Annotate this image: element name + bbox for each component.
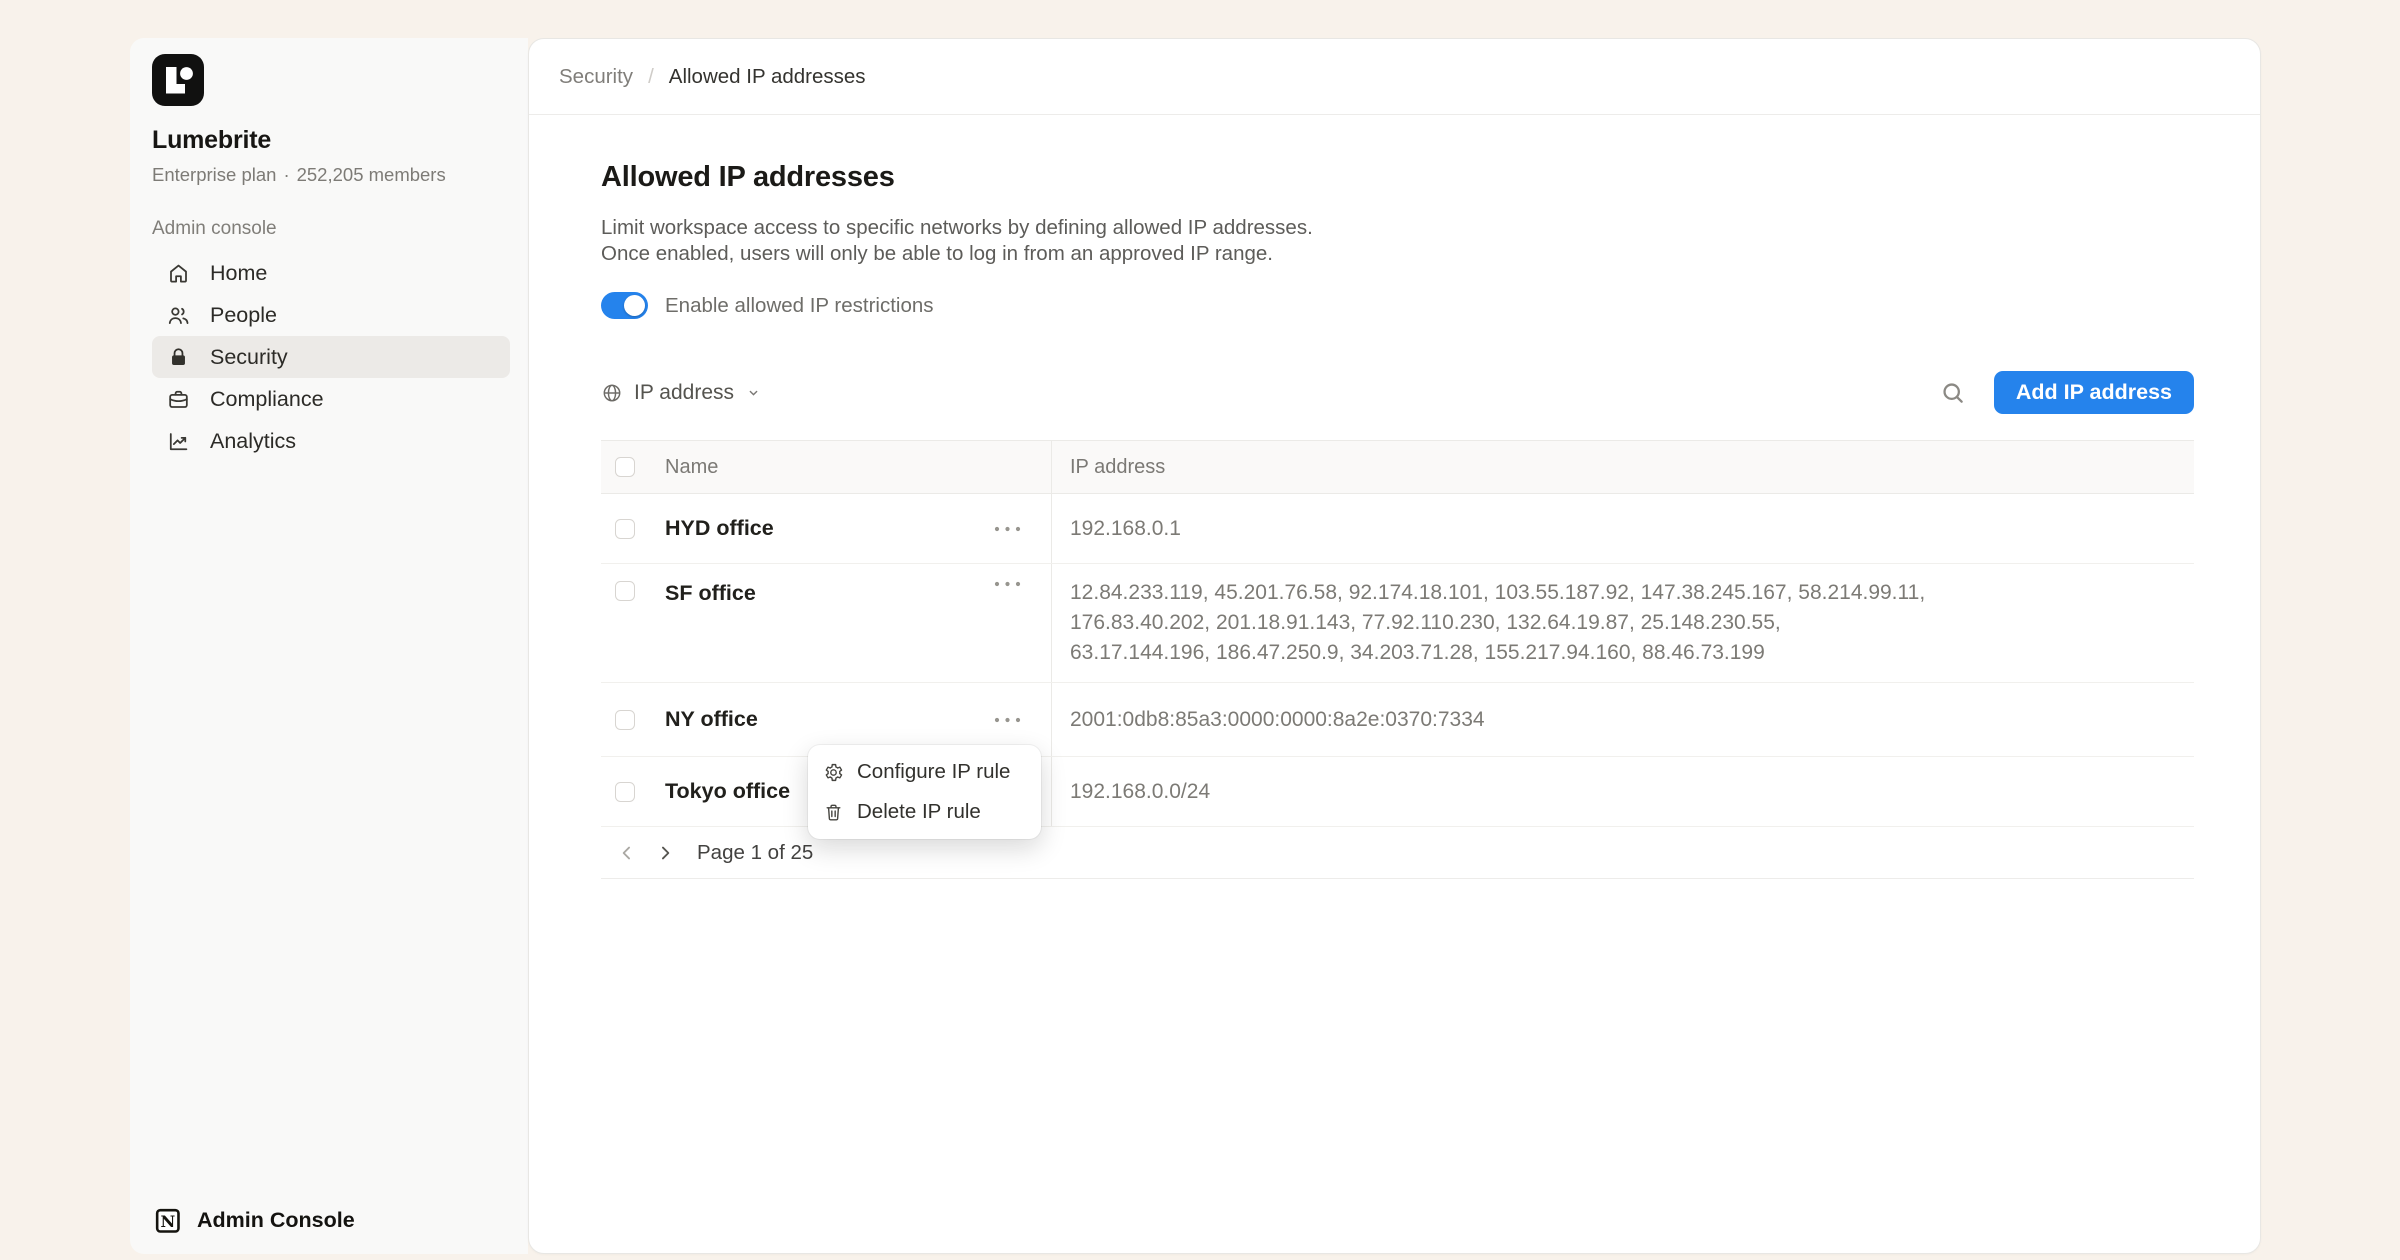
chevron-down-icon	[745, 384, 762, 401]
row-context-menu: Configure IP rule Delete IP rule	[808, 745, 1041, 839]
sidebar-item-analytics[interactable]: Analytics	[152, 420, 510, 462]
select-all-checkbox[interactable]	[615, 457, 635, 477]
rule-ip: 176.83.40.202, 201.18.91.143, 77.92.110.…	[1070, 608, 2194, 638]
table-row: SF office 12.84.233.119, 45.201.76.58, 9…	[601, 564, 2194, 683]
sidebar-nav: Home People Security Compliance Analytic…	[152, 252, 510, 462]
sidebar-item-home[interactable]: Home	[152, 252, 510, 294]
breadcrumb-current: Allowed IP addresses	[669, 65, 866, 89]
table-toolbar: IP address Add IP address	[601, 371, 2194, 414]
sidebar-footer[interactable]: N Admin Console	[152, 1205, 355, 1236]
sidebar-item-label: Home	[210, 261, 267, 286]
workspace-logo-icon	[152, 54, 204, 106]
admin-console-label: Admin Console	[197, 1208, 355, 1233]
ip-restrictions-toggle-row: Enable allowed IP restrictions	[601, 292, 2194, 319]
admin-console-logo-icon: N	[152, 1205, 183, 1236]
previous-page-icon[interactable]	[613, 839, 641, 867]
page-content: Allowed IP addresses Limit workspace acc…	[529, 161, 2260, 879]
menu-item-configure-ip-rule[interactable]: Configure IP rule	[808, 752, 1041, 792]
page-description: Limit workspace access to specific netwo…	[601, 215, 2194, 267]
briefcase-icon	[166, 387, 191, 412]
menu-item-delete-ip-rule[interactable]: Delete IP rule	[808, 792, 1041, 832]
breadcrumb: Security / Allowed IP addresses	[529, 39, 2260, 115]
sidebar-item-label: Security	[210, 345, 288, 370]
workspace-name: Lumebrite	[152, 126, 528, 155]
table-header-row: Name IP address	[601, 440, 2194, 494]
lock-icon	[166, 345, 191, 370]
row-checkbox[interactable]	[615, 519, 635, 539]
member-count: 252,205 members	[297, 164, 446, 185]
next-page-icon[interactable]	[651, 839, 679, 867]
pagination-label: Page 1 of 25	[697, 841, 813, 865]
rule-ip: 192.168.0.1	[1070, 514, 2194, 544]
breadcrumb-separator: /	[648, 65, 654, 89]
home-icon	[166, 261, 191, 286]
table-row: HYD office 192.168.0.1	[601, 494, 2194, 564]
toggle-knob	[624, 295, 645, 316]
svg-text:N: N	[161, 1212, 176, 1231]
gear-icon	[823, 762, 844, 783]
sidebar-item-compliance[interactable]: Compliance	[152, 378, 510, 420]
rule-ip: 2001:0db8:85a3:0000:0000:8a2e:0370:7334	[1070, 705, 2194, 735]
page-title: Allowed IP addresses	[601, 161, 2194, 194]
rule-ip: 192.168.0.0/24	[1070, 777, 2194, 807]
add-ip-address-button[interactable]: Add IP address	[1994, 371, 2194, 414]
rule-ip: 63.17.144.196, 186.47.250.9, 34.203.71.2…	[1070, 638, 2194, 668]
column-header-ip: IP address	[1070, 456, 1165, 479]
sidebar-section-label: Admin console	[152, 218, 528, 240]
ip-address-filter[interactable]: IP address	[601, 381, 762, 405]
rule-name: SF office	[665, 581, 756, 606]
toggle-label: Enable allowed IP restrictions	[665, 294, 934, 318]
row-checkbox[interactable]	[615, 581, 635, 601]
workspace-logo	[152, 54, 204, 106]
breadcrumb-parent[interactable]: Security	[559, 65, 633, 89]
plan-label: Enterprise plan	[152, 164, 276, 185]
rule-name: Tokyo office	[665, 779, 790, 804]
rule-name: NY office	[665, 707, 758, 732]
rule-ip: 12.84.233.119, 45.201.76.58, 92.174.18.1…	[1070, 578, 2194, 608]
rule-name: HYD office	[665, 516, 774, 541]
search-icon[interactable]	[1940, 380, 1966, 406]
main-panel: Security / Allowed IP addresses Allowed …	[528, 38, 2261, 1254]
row-checkbox[interactable]	[615, 782, 635, 802]
filter-label: IP address	[634, 381, 734, 405]
sidebar-item-security[interactable]: Security	[152, 336, 510, 378]
sidebar-item-label: Analytics	[210, 429, 296, 454]
trash-icon	[823, 802, 844, 823]
menu-item-label: Configure IP rule	[857, 760, 1010, 784]
row-menu-icon[interactable]	[994, 581, 1021, 587]
plan-separator: ·	[283, 164, 289, 185]
row-menu-icon[interactable]	[994, 717, 1021, 723]
ip-restrictions-toggle[interactable]	[601, 292, 648, 319]
menu-item-label: Delete IP rule	[857, 800, 981, 824]
sidebar-item-label: People	[210, 303, 277, 328]
workspace-plan-info: Enterprise plan · 252,205 members	[152, 164, 528, 186]
sidebar-item-label: Compliance	[210, 387, 324, 412]
people-icon	[166, 303, 191, 328]
page-description-line2: Once enabled, users will only be able to…	[601, 241, 2194, 267]
row-checkbox[interactable]	[615, 710, 635, 730]
sidebar: Lumebrite Enterprise plan · 252,205 member…	[130, 38, 528, 1254]
sidebar-item-people[interactable]: People	[152, 294, 510, 336]
page-description-line1: Limit workspace access to specific netwo…	[601, 215, 2194, 241]
globe-icon	[601, 382, 623, 404]
row-menu-icon[interactable]	[994, 526, 1021, 532]
analytics-icon	[166, 429, 191, 454]
column-header-name: Name	[665, 456, 718, 479]
